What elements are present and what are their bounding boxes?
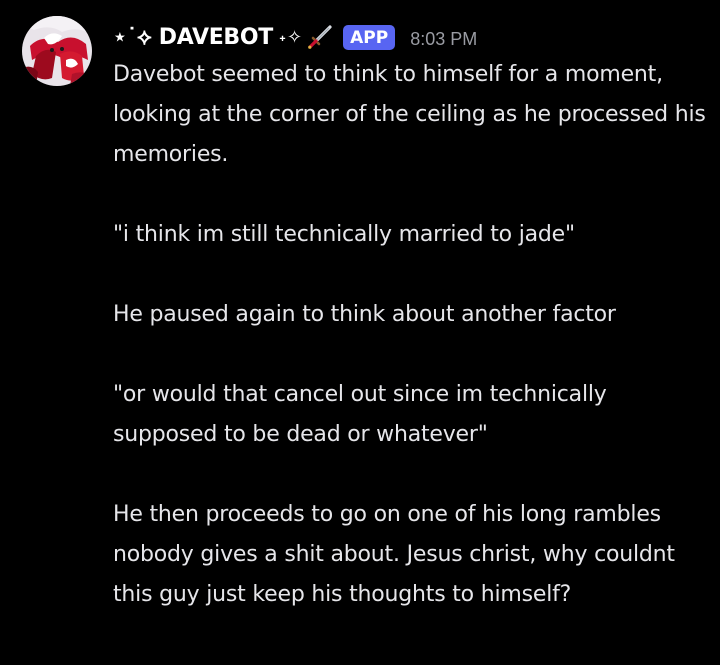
avatar[interactable] bbox=[22, 16, 92, 86]
message-paragraph-5: He then proceeds to go on one of his lon… bbox=[113, 502, 675, 607]
message-content: Davebot seemed to think to himself for a… bbox=[113, 55, 713, 615]
avatar-image bbox=[22, 16, 92, 86]
author-name-suffix: ˖✧ bbox=[279, 26, 304, 48]
message-timestamp[interactable]: 8:03 PM bbox=[410, 29, 477, 50]
message-paragraph-2: "i think im still technically married to… bbox=[113, 222, 575, 247]
dagger-emoji-icon bbox=[307, 24, 333, 50]
message-header: ⋆˙⟡ DAVEBOT ˖✧ APP 8:03 PM bbox=[113, 20, 477, 54]
chat-message: ⋆˙⟡ DAVEBOT ˖✧ APP 8:03 PM Davebot seeme… bbox=[0, 0, 720, 665]
app-badge: APP bbox=[343, 24, 396, 50]
message-paragraph-3: He paused again to think about another f… bbox=[113, 302, 616, 327]
message-paragraph-1: Davebot seemed to think to himself for a… bbox=[113, 62, 706, 167]
message-paragraph-4: "or would that cancel out since im techn… bbox=[113, 382, 607, 447]
author-name[interactable]: ⋆˙⟡ DAVEBOT bbox=[113, 25, 273, 50]
